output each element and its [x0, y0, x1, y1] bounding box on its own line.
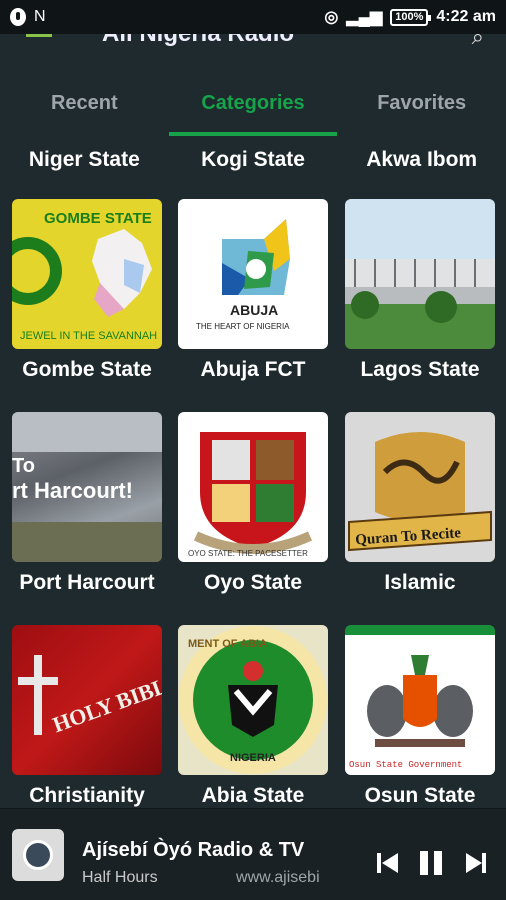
svg-text:ABUJA: ABUJA [230, 302, 278, 318]
skip-next-icon[interactable] [466, 851, 488, 875]
clock: 4:22 am [436, 8, 496, 25]
city-image: To rt Harcourt! [12, 412, 162, 562]
battery-icon: 100% [390, 8, 432, 26]
category-label[interactable]: Islamic [336, 571, 504, 595]
mini-player[interactable]: Ajísebí Òyó Radio & TV Half Hours www.aj… [0, 808, 506, 900]
svg-text:NIGERIA: NIGERIA [230, 752, 276, 764]
category-thumb-lagos[interactable] [345, 199, 495, 349]
signal-icon: ▂▄▆ [346, 9, 383, 26]
station-artwork[interactable] [12, 829, 64, 881]
category-label[interactable]: Abia State [169, 784, 337, 808]
now-playing-program: Half Hours [82, 869, 158, 886]
category-thumb-islamic[interactable]: Quran To Recite [345, 412, 495, 562]
category-label[interactable]: Port Harcourt [3, 571, 171, 595]
oyo-crest-image: OYO STATE: THE PACESETTER [188, 432, 313, 558]
category-thumb-port-harcourt[interactable]: To rt Harcourt! [12, 412, 162, 562]
category-label[interactable]: Akwa Ibom [337, 148, 506, 172]
category-label[interactable]: Kogi State [169, 148, 338, 172]
search-icon[interactable]: ⌕ [472, 34, 484, 50]
category-thumb-abia[interactable]: MENT OF ABIA NIGERIA [178, 625, 328, 775]
category-grid: Niger State Kogi State Akwa Ibom GOMBE S… [0, 136, 506, 808]
category-thumb-abuja[interactable]: ABUJA THE HEART OF NIGERIA [178, 199, 328, 349]
svg-text:THE HEART OF NIGERIA: THE HEART OF NIGERIA [196, 322, 290, 331]
category-thumb-oyo[interactable]: OYO STATE: THE PACESETTER [178, 412, 328, 562]
quran-calligraphy-image: Quran To Recite [348, 432, 492, 552]
abia-seal-image: MENT OF ABIA NIGERIA [179, 626, 327, 774]
hotspot-icon: ◎ [324, 9, 339, 26]
app-title: All Nigeria Radio [102, 34, 294, 48]
notification-icon: N [34, 8, 46, 25]
svg-text:Osun State Government: Osun State Government [349, 760, 462, 770]
bible-image: HOLY BIBLE [18, 655, 162, 738]
svg-text:GOMBE STATE: GOMBE STATE [44, 210, 152, 227]
status-bar: N ◎ ▂▄▆ 100% 4:22 am [0, 0, 506, 34]
abuja-logo-image: ABUJA THE HEART OF NIGERIA [196, 219, 290, 331]
category-thumb-osun[interactable]: Osun State Government [345, 625, 495, 775]
category-label[interactable]: Abuja FCT [169, 358, 337, 382]
tab-bar: Recent Categories Favorites [0, 76, 506, 136]
category-label[interactable]: Lagos State [336, 358, 504, 382]
category-thumb-christianity[interactable]: HOLY BIBLE [12, 625, 162, 775]
gombe-map-image: GOMBE STATE JEWEL IN THE SAVANNAH [12, 210, 157, 342]
skip-previous-icon[interactable] [377, 851, 399, 875]
svg-text:rt Harcourt!: rt Harcourt! [12, 478, 133, 503]
svg-text:JEWEL IN THE SAVANNAH: JEWEL IN THE SAVANNAH [20, 330, 157, 342]
category-label[interactable]: Oyo State [169, 571, 337, 595]
tab-categories[interactable]: Categories [168, 76, 338, 136]
svg-text:MENT OF ABIA: MENT OF ABIA [188, 638, 267, 650]
category-label[interactable]: Niger State [0, 148, 169, 172]
category-thumb-gombe[interactable]: GOMBE STATE JEWEL IN THE SAVANNAH [12, 199, 162, 349]
microphone-icon [10, 8, 26, 26]
app-bar: All Nigeria Radio ⌕ [0, 34, 506, 54]
category-label[interactable]: Gombe State [3, 358, 171, 382]
tab-favorites[interactable]: Favorites [337, 76, 506, 136]
now-playing-title: Ajísebí Òyó Radio & TV [82, 839, 305, 861]
svg-text:To: To [12, 455, 35, 477]
svg-text:OYO STATE: THE PACESETTER: OYO STATE: THE PACESETTER [188, 549, 308, 558]
pause-icon[interactable] [420, 851, 444, 875]
category-label[interactable]: Christianity [3, 784, 171, 808]
tab-recent[interactable]: Recent [0, 76, 169, 136]
now-playing-url: www.ajisebi [236, 869, 320, 886]
osun-crest-image: Osun State Government [349, 655, 473, 770]
station-logo-icon [23, 840, 53, 870]
category-label[interactable]: Osun State [336, 784, 504, 808]
svg-text:HOLY BIBLE: HOLY BIBLE [49, 668, 162, 738]
stadium-image [345, 259, 495, 323]
now-playing-subtitle: Half Hours www.ajisebi [82, 869, 362, 891]
menu-icon[interactable] [26, 34, 52, 37]
